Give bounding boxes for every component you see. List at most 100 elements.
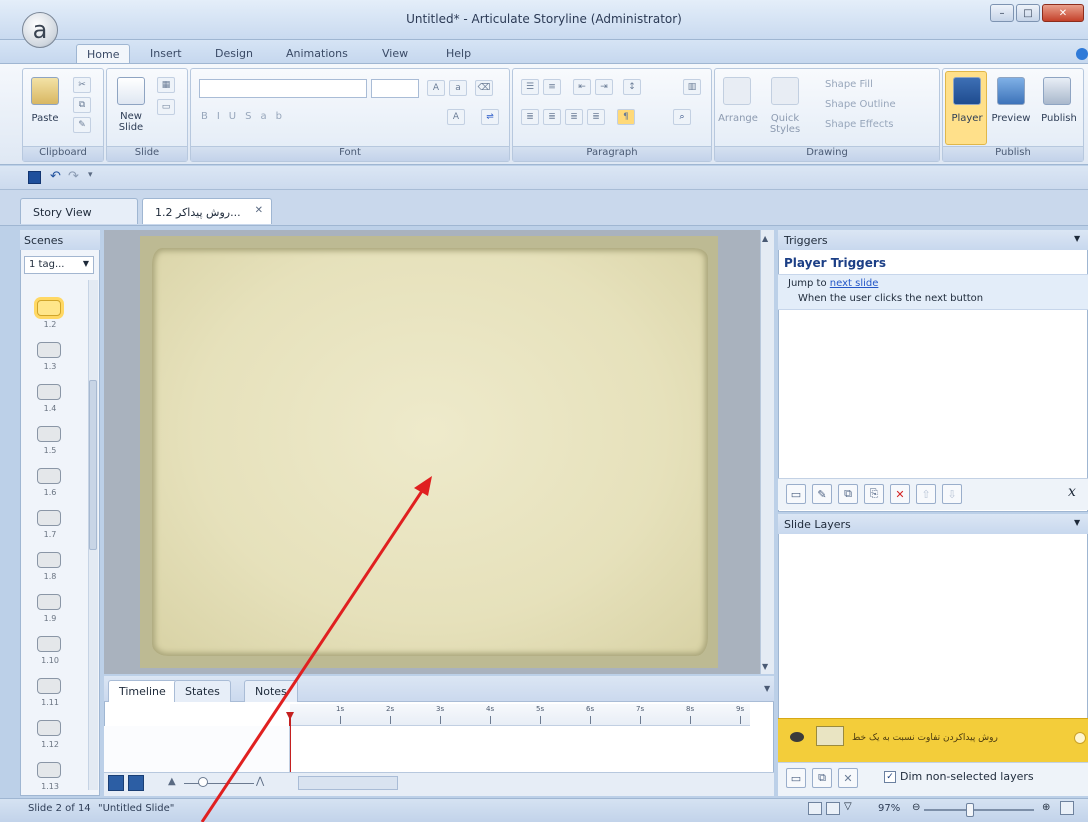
scene-thumbnail[interactable] [37,678,61,694]
maximize-button[interactable]: □ [1016,4,1040,22]
timeline-zoom-slider[interactable] [184,783,254,784]
tab-insert[interactable]: Insert [140,44,192,64]
columns-icon[interactable]: ▥ [683,79,701,95]
scene-thumbnail[interactable] [37,426,61,442]
align-left-icon[interactable]: ≣ [521,109,539,125]
tab-current-slide[interactable]: 1.2 روش پیداکر... ✕ [142,198,272,224]
customize-qat-icon[interactable]: ▾ [88,170,93,180]
grow-font-icon[interactable]: A [427,80,445,96]
layout-icon[interactable]: ▦ [157,77,175,93]
arrange-button[interactable]: Arrange [717,113,759,124]
scene-thumbnail[interactable] [37,510,61,526]
minimize-button[interactable]: – [990,4,1014,22]
delete-trigger-icon[interactable]: ✕ [890,484,910,504]
rtl-icon[interactable]: ¶ [617,109,635,125]
copy-icon[interactable]: ⧉ [73,97,91,113]
tab-help[interactable]: Help [436,44,481,64]
shape-effects-button[interactable]: Shape Effects [825,119,893,130]
dim-layers-checkbox[interactable]: ✓ [884,771,896,783]
layers-menu-icon[interactable]: ▼ [1074,518,1080,527]
increase-indent-icon[interactable]: ⇥ [595,79,613,95]
tab-story-view[interactable]: Story View [20,198,138,224]
redo-icon[interactable]: ↷ [68,169,79,184]
app-logo-icon[interactable]: a [22,12,58,48]
scroll-up-icon[interactable]: ▲ [762,234,768,243]
timeline-zoom-knob[interactable] [198,777,208,787]
play-button[interactable] [108,775,124,791]
zoom-slider[interactable] [924,809,1034,811]
find-icon[interactable]: ⌕ [673,109,691,125]
tab-states[interactable]: States [174,680,231,702]
fit-to-window-icon[interactable] [1060,801,1074,815]
align-center-icon[interactable]: ≣ [543,109,561,125]
edit-trigger-icon[interactable]: ✎ [812,484,832,504]
tab-animations[interactable]: Animations [276,44,358,64]
font-style-buttons[interactable]: BIUSab [201,111,291,122]
shape-fill-button[interactable]: Shape Fill [825,79,873,90]
numbering-icon[interactable]: ≡ [543,79,561,95]
layer-properties-icon[interactable] [1074,732,1086,744]
tab-notes[interactable]: Notes [244,680,298,702]
paste-trigger-icon[interactable]: ⎘ [864,484,884,504]
align-right-icon[interactable]: ≣ [565,109,583,125]
help-icon[interactable] [1076,48,1088,60]
trigger-target-link[interactable]: next slide [830,278,879,289]
variables-icon[interactable]: x [1068,484,1076,500]
timeline-ruler[interactable] [290,704,750,726]
zoom-out-icon[interactable]: ▲ [168,776,176,787]
tab-timeline[interactable]: Timeline [108,680,177,702]
scene-thumbnail[interactable] [37,762,61,778]
move-down-icon[interactable]: ⇩ [942,484,962,504]
decrease-indent-icon[interactable]: ⇤ [573,79,591,95]
zoom-in-icon[interactable]: ⋀ [256,776,264,787]
zoom-minus-icon[interactable]: ⊖ [912,802,920,813]
slide-icon[interactable]: ▭ [157,99,175,115]
trigger-action[interactable]: Jump to next slide [788,278,878,289]
preview-button[interactable]: Preview [989,113,1033,124]
font-family-field[interactable] [199,79,367,98]
bullets-icon[interactable]: ☰ [521,79,539,95]
duplicate-layer-icon[interactable]: ⧉ [812,768,832,788]
scenes-scroll-thumb[interactable] [89,380,97,550]
zoom-plus-icon[interactable]: ⊕ [1042,802,1050,813]
close-tab-icon[interactable]: ✕ [255,205,263,216]
scroll-down-icon[interactable]: ▼ [762,662,768,671]
scene-thumbnail[interactable] [37,342,61,358]
stop-button[interactable] [128,775,144,791]
new-slide-button[interactable]: New Slide [109,111,153,133]
format-painter-icon[interactable]: ✎ [73,117,91,133]
scene-thumbnail[interactable] [37,384,61,400]
tab-design[interactable]: Design [205,44,263,64]
new-layer-icon[interactable]: ▭ [786,768,806,788]
slide-canvas[interactable] [152,248,708,656]
player-button[interactable]: Player [947,113,987,124]
stage-vertical-scrollbar[interactable] [760,230,774,674]
move-up-icon[interactable]: ⇧ [916,484,936,504]
publish-button[interactable]: Publish [1037,113,1081,124]
shape-outline-button[interactable]: Shape Outline [825,99,896,110]
close-button[interactable]: ✕ [1042,4,1084,22]
normal-view-icon[interactable] [808,802,822,815]
justify-icon[interactable]: ≣ [587,109,605,125]
scene-thumbnail[interactable] [37,300,61,316]
scene-thumbnail[interactable] [37,636,61,652]
layout-view-icon[interactable] [826,802,840,815]
clear-format-icon[interactable]: ⌫ [475,80,493,96]
timeline-collapse-icon[interactable]: ▼ [764,684,770,693]
new-trigger-icon[interactable]: ▭ [786,484,806,504]
triggers-menu-icon[interactable]: ▼ [1074,234,1080,243]
scene-thumbnail[interactable] [37,468,61,484]
scene-thumbnail[interactable] [37,594,61,610]
zoom-slider-knob[interactable] [966,803,974,817]
save-icon[interactable] [28,171,41,184]
scene-dropdown[interactable]: 1 tag... ▼ [24,256,94,274]
shrink-font-icon[interactable]: a [449,80,467,96]
font-size-field[interactable] [371,79,419,98]
timeline-hscroll[interactable] [298,776,398,790]
line-spacing-icon[interactable]: ↕ [623,79,641,95]
undo-icon[interactable]: ↶ [50,169,61,184]
copy-trigger-icon[interactable]: ⧉ [838,484,858,504]
eye-icon[interactable] [790,732,804,742]
delete-layer-icon[interactable]: ✕ [838,768,858,788]
paste-button[interactable]: Paste [25,113,65,124]
